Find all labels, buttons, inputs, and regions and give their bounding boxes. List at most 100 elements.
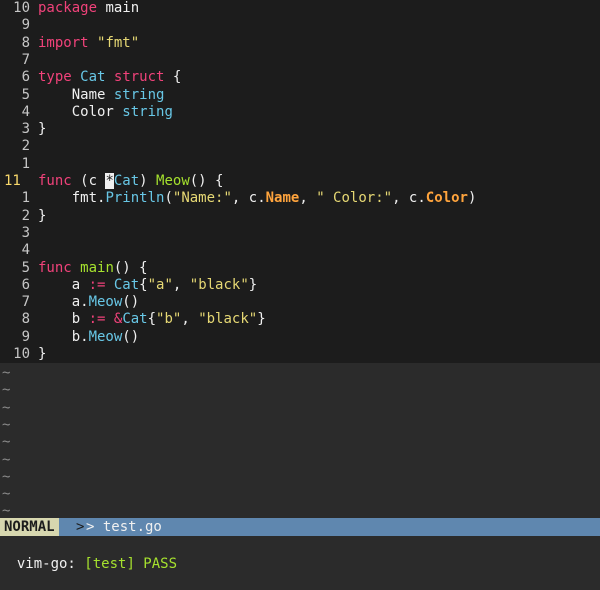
code-line[interactable]: 6 type Cat struct { — [0, 69, 600, 86]
code-token: Cat — [113, 173, 140, 189]
code-token: , — [172, 276, 190, 293]
line-number: 10 — [13, 346, 30, 362]
code-line[interactable]: 9 — [0, 17, 600, 34]
line-number: 9 — [21, 328, 30, 345]
code-line[interactable]: 2} — [0, 208, 600, 225]
cmdline-prefix: vim-go: — [16, 556, 85, 572]
code-token: Cat — [122, 311, 148, 328]
code-text: func (c *Cat) Meow() { — [38, 173, 223, 189]
code-token: () { — [189, 173, 224, 189]
code-token: func — [38, 173, 72, 189]
code-token: main — [97, 0, 140, 16]
code-buffer[interactable]: 10 package main 9 8 import "fmt" 7 6 type Cat s… — [0, 0, 600, 363]
code-text: } — [38, 121, 46, 137]
line-number: 9 — [21, 17, 30, 34]
line-number: 3 — [21, 121, 30, 138]
code-token: { — [164, 69, 182, 86]
cmdline-test-result: [test] PASS — [84, 556, 178, 572]
code-line[interactable]: 7 — [0, 52, 600, 69]
command-line[interactable]: vim-go: [test] PASS — [0, 536, 600, 572]
code-token: a. — [38, 294, 89, 311]
code-text: Color string — [38, 104, 173, 120]
code-line[interactable]: 10 package main — [0, 0, 600, 17]
statusline-filename: > test.go — [86, 519, 162, 535]
code-token: } — [38, 121, 47, 138]
code-text: b := &Cat{"b", "black"} — [38, 311, 266, 327]
code-token: "black" — [198, 311, 258, 328]
code-line[interactable]: 8 import "fmt" — [0, 35, 600, 52]
mode-indicator: NORMAL — [0, 518, 59, 536]
code-line-current[interactable]: 11 func (c *Cat) Meow() { — [0, 173, 600, 190]
code-line[interactable]: 2 — [0, 138, 600, 155]
line-number: 4 — [21, 242, 30, 259]
code-token: Cat — [113, 276, 140, 293]
code-token: , — [181, 311, 199, 328]
code-line[interactable]: 7 a.Meow() — [0, 294, 600, 311]
editor-window[interactable]: 10 package main 9 8 import "fmt" 7 6 type Cat s… — [0, 0, 600, 537]
code-token: Color — [425, 190, 468, 207]
code-line[interactable]: 5 func main() { — [0, 260, 600, 277]
line-number: 6 — [21, 276, 30, 293]
line-number: 8 — [21, 311, 30, 328]
code-line[interactable]: 4 Color string — [0, 104, 600, 121]
line-number: 5 — [21, 86, 30, 103]
code-token: { — [147, 311, 157, 328]
code-token: "black" — [189, 276, 249, 293]
code-token: struct — [113, 69, 165, 86]
code-text: } — [38, 208, 46, 224]
code-text: import "fmt" — [38, 35, 139, 51]
line-number: 5 — [21, 259, 30, 276]
code-token: package — [38, 0, 98, 16]
line-number: 8 — [21, 34, 30, 51]
code-token: () { — [113, 259, 148, 276]
code-token: , c. — [392, 190, 426, 207]
empty-line-marker: ~ — [2, 451, 11, 468]
code-token: "fmt" — [97, 34, 140, 51]
empty-line-marker: ~ — [2, 468, 11, 485]
code-token: string — [122, 103, 173, 120]
code-text: b.Meow() — [38, 329, 139, 345]
code-line[interactable]: 5 Name string — [0, 87, 600, 104]
code-token: { — [139, 276, 148, 293]
code-line[interactable]: 3} — [0, 121, 600, 138]
code-line[interactable]: 3 — [0, 225, 600, 242]
code-line[interactable]: 1 — [0, 156, 600, 173]
code-token: func — [38, 259, 72, 276]
code-text: type Cat struct { — [38, 69, 181, 85]
code-token: b. — [38, 328, 89, 345]
code-token: () — [122, 328, 140, 345]
code-token: fmt. — [38, 190, 106, 207]
code-line[interactable]: 4 — [0, 242, 600, 259]
code-line[interactable]: 8 b := &Cat{"b", "black"} — [0, 311, 600, 328]
line-number: 7 — [21, 294, 30, 311]
code-line[interactable]: 1 fmt.Println("Name:", c.Name, " Color:"… — [0, 190, 600, 207]
code-token: Color — [38, 103, 123, 120]
line-number: 10 — [13, 0, 30, 16]
code-token: b — [38, 311, 89, 328]
code-token: Name — [38, 86, 114, 103]
code-line[interactable]: 9 b.Meow() — [0, 329, 600, 346]
empty-buffer-area: ~~~~~~~~~~ — [0, 363, 600, 537]
line-number: 2 — [21, 207, 30, 224]
code-token: "b" — [156, 311, 182, 328]
code-token: } — [257, 311, 266, 328]
line-number: 11 — [4, 173, 21, 189]
code-token: , c. — [231, 190, 266, 207]
code-token: () — [122, 294, 140, 311]
code-token: } — [248, 276, 258, 293]
line-number: 1 — [21, 190, 30, 207]
code-text: package main — [38, 0, 139, 16]
code-token: " Color:" — [316, 190, 393, 207]
code-line[interactable]: 6 a := Cat{"a", "black"} — [0, 277, 600, 294]
code-token: Cat — [80, 69, 106, 86]
code-token: Name — [265, 190, 300, 207]
statusline-separator: > — [76, 519, 85, 535]
code-text: fmt.Println("Name:", c.Name, " Color:", … — [38, 190, 477, 207]
line-number: 4 — [21, 103, 30, 120]
code-text: Name string — [38, 86, 165, 103]
code-line[interactable]: 10} — [0, 346, 600, 363]
